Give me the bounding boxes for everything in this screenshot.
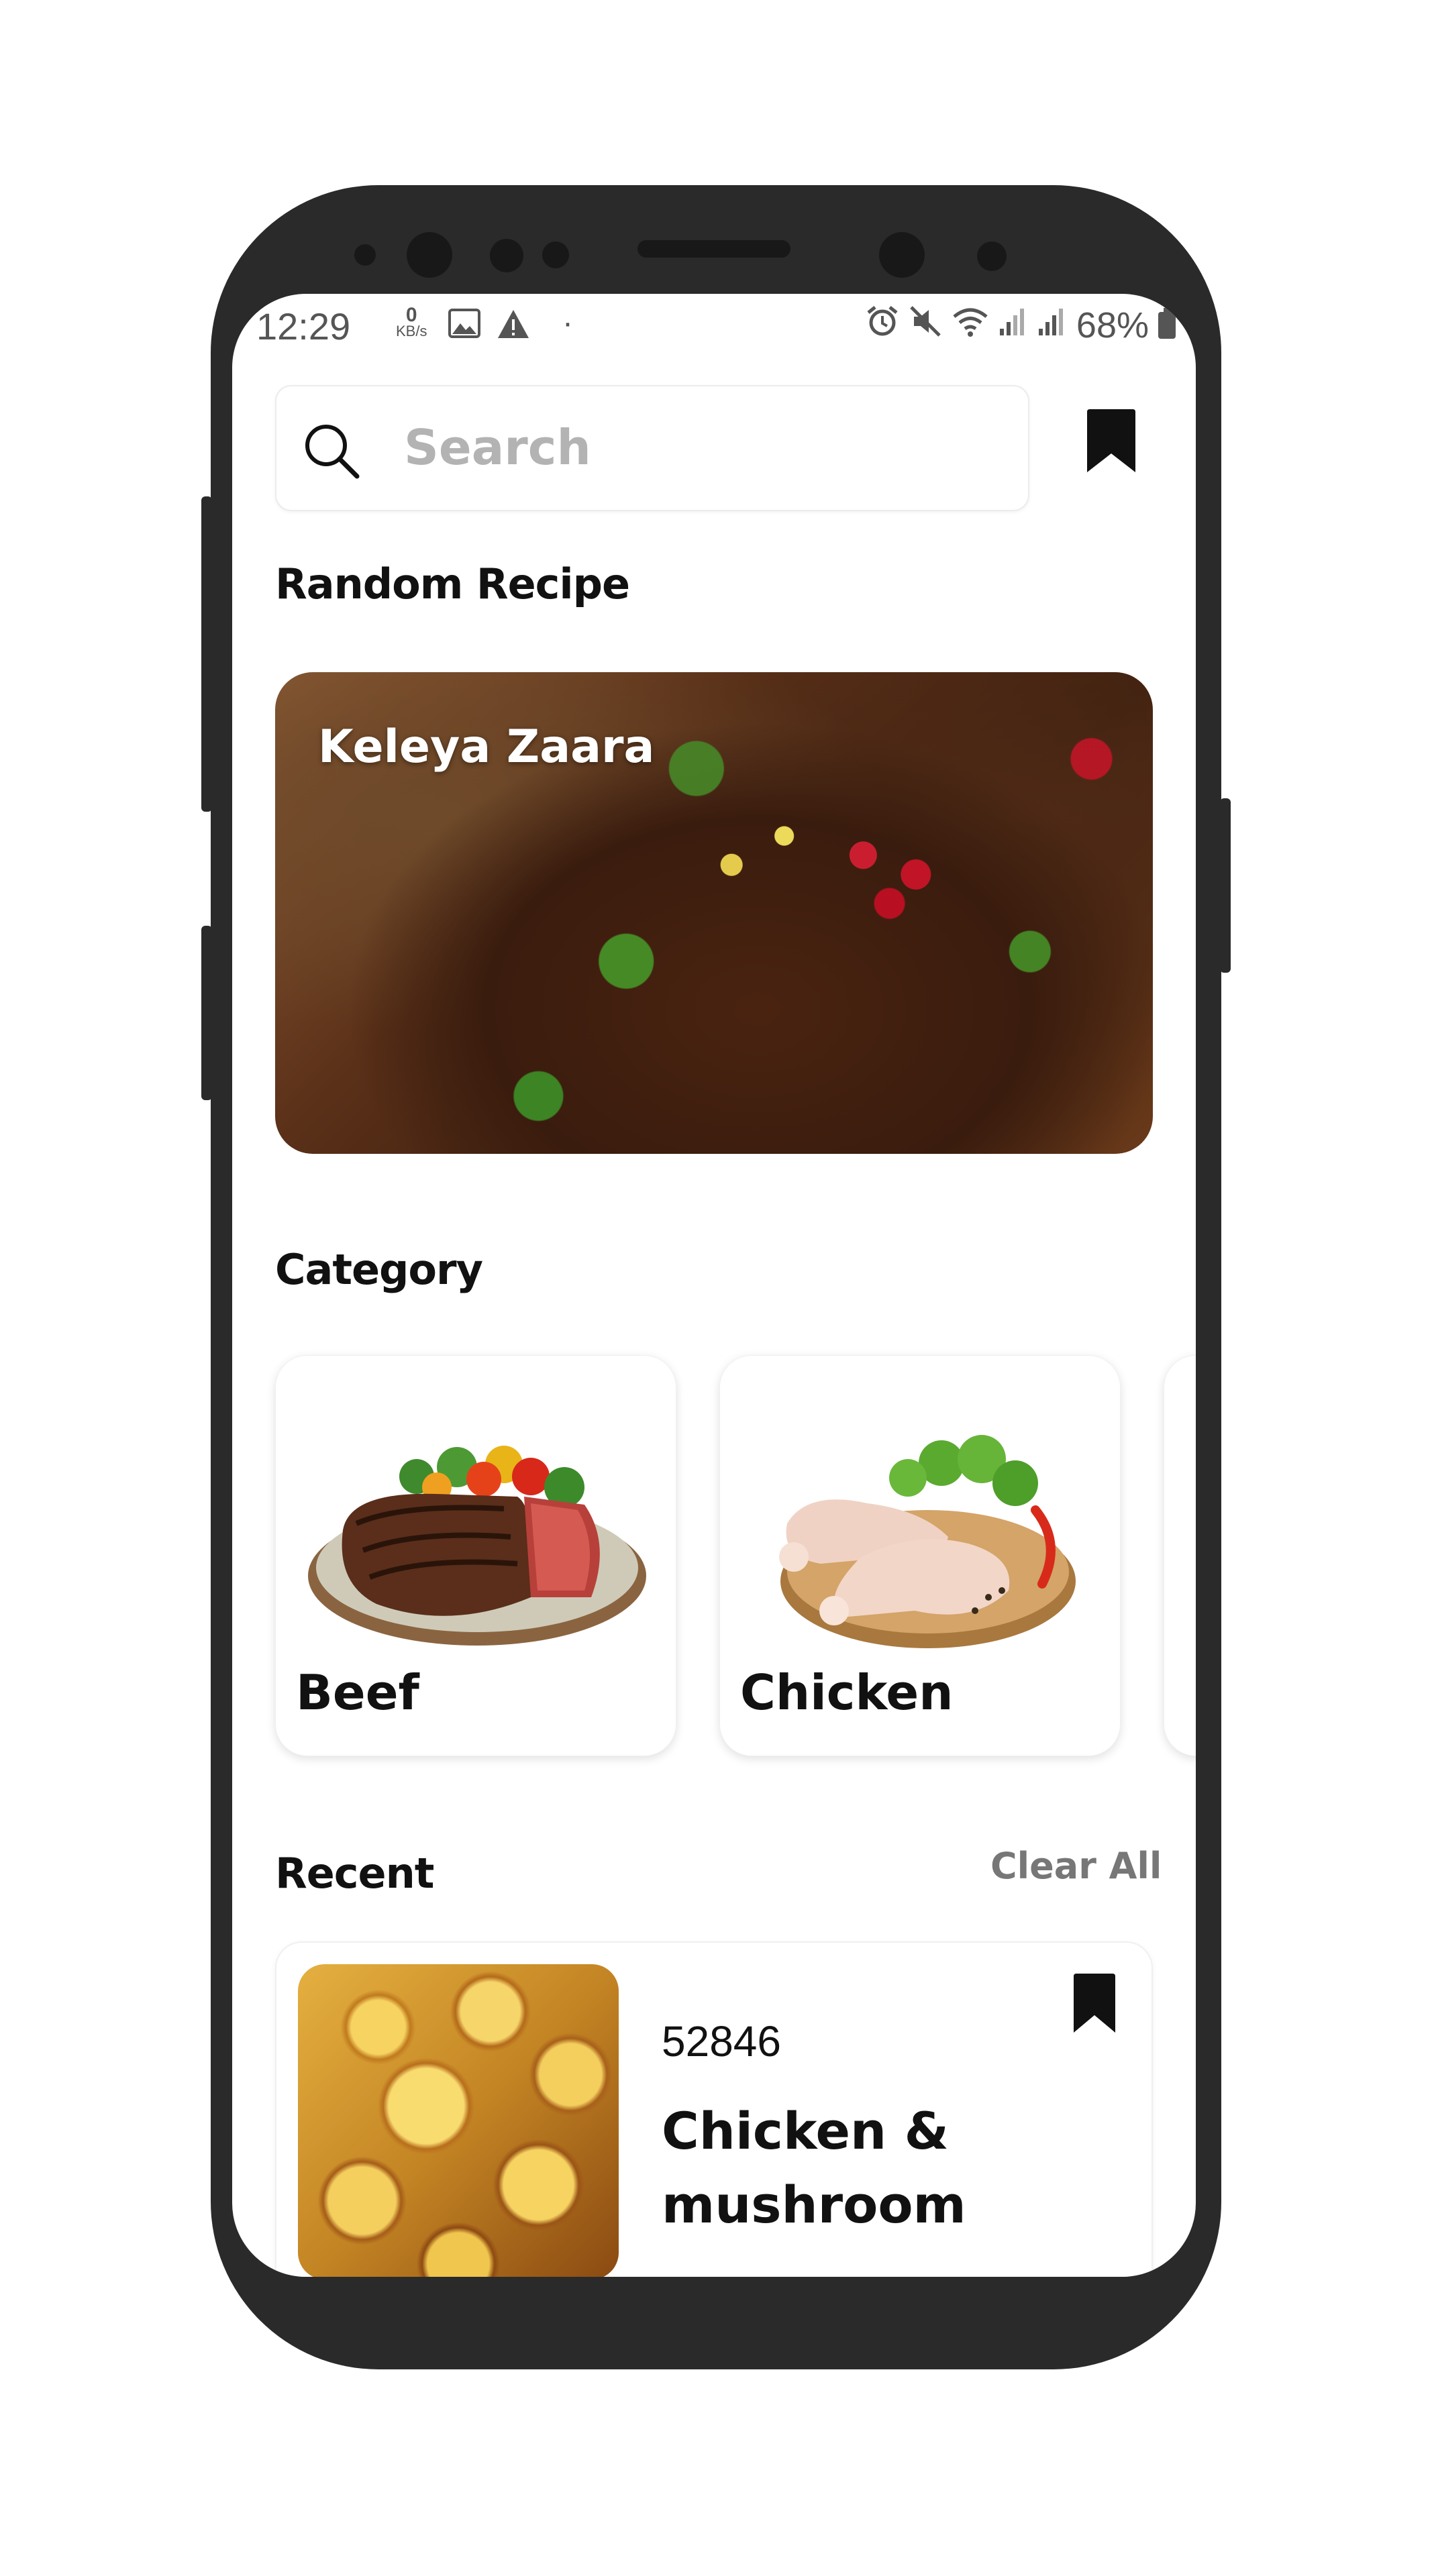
battery-icon xyxy=(1158,308,1176,339)
bookmark-icon[interactable] xyxy=(1071,1974,1118,2034)
iris-camera xyxy=(879,232,925,278)
status-right-group: 68% xyxy=(866,305,1176,346)
alarm-icon xyxy=(866,305,899,346)
data-rate-unit: KB/s xyxy=(396,323,427,339)
category-card-beef[interactable]: Beef xyxy=(275,1355,676,1756)
power-button xyxy=(201,926,212,1100)
data-rate-indicator: 0 KB/s xyxy=(396,304,427,339)
sensor-dot xyxy=(354,244,376,266)
section-title-category: Category xyxy=(275,1245,483,1294)
search-bar[interactable] xyxy=(275,385,1029,511)
data-rate-value: 0 xyxy=(405,304,417,326)
status-bar: 12:29 0 KB/s · 68% xyxy=(256,302,1176,356)
section-title-recent: Recent xyxy=(275,1849,434,1898)
search-icon xyxy=(305,425,360,479)
recent-recipe-title: Chicken & mushroom xyxy=(662,2101,966,2235)
recent-recipe-card[interactable]: 52846 Chicken & mushroom xyxy=(275,1941,1153,2277)
category-list[interactable]: Beef Chicken xyxy=(275,1355,1196,1758)
sensor-dot xyxy=(977,241,1007,271)
app-screen: 12:29 0 KB/s · 68% Search Random Recipe … xyxy=(232,294,1196,2277)
category-label: Chicken xyxy=(740,1664,954,1721)
warning-icon xyxy=(497,309,530,347)
recent-recipe-id: 52846 xyxy=(662,2017,781,2065)
battery-percent: 68% xyxy=(1076,305,1149,345)
clear-all-button[interactable]: Clear All xyxy=(990,1845,1162,1887)
section-title-random-recipe: Random Recipe xyxy=(275,559,630,608)
category-card-partial[interactable] xyxy=(1164,1355,1196,1756)
chicken-image xyxy=(779,1435,1076,1648)
category-label: Beef xyxy=(296,1664,419,1721)
side-button-right xyxy=(1220,798,1231,973)
beef-image xyxy=(308,1446,646,1646)
recent-recipe-image xyxy=(298,1964,619,2277)
search-input[interactable] xyxy=(403,413,996,482)
status-time: 12:29 xyxy=(256,305,351,347)
random-recipe-card[interactable]: Keleya Zaara xyxy=(275,672,1153,1154)
gallery-icon xyxy=(448,309,480,346)
volume-button xyxy=(201,496,212,812)
signal-icon xyxy=(999,306,1028,345)
mute-icon xyxy=(909,305,942,346)
sensor-dot xyxy=(490,239,523,272)
random-recipe-name: Keleya Zaara xyxy=(318,720,655,773)
category-card-chicken[interactable]: Chicken xyxy=(719,1355,1121,1756)
status-dot: · xyxy=(562,305,573,341)
front-camera xyxy=(407,232,452,278)
wifi-icon xyxy=(952,305,989,346)
sensor-dot xyxy=(542,241,569,268)
bookmark-icon[interactable] xyxy=(1084,409,1138,474)
signal-icon xyxy=(1037,306,1067,345)
earpiece-speaker xyxy=(637,240,790,258)
